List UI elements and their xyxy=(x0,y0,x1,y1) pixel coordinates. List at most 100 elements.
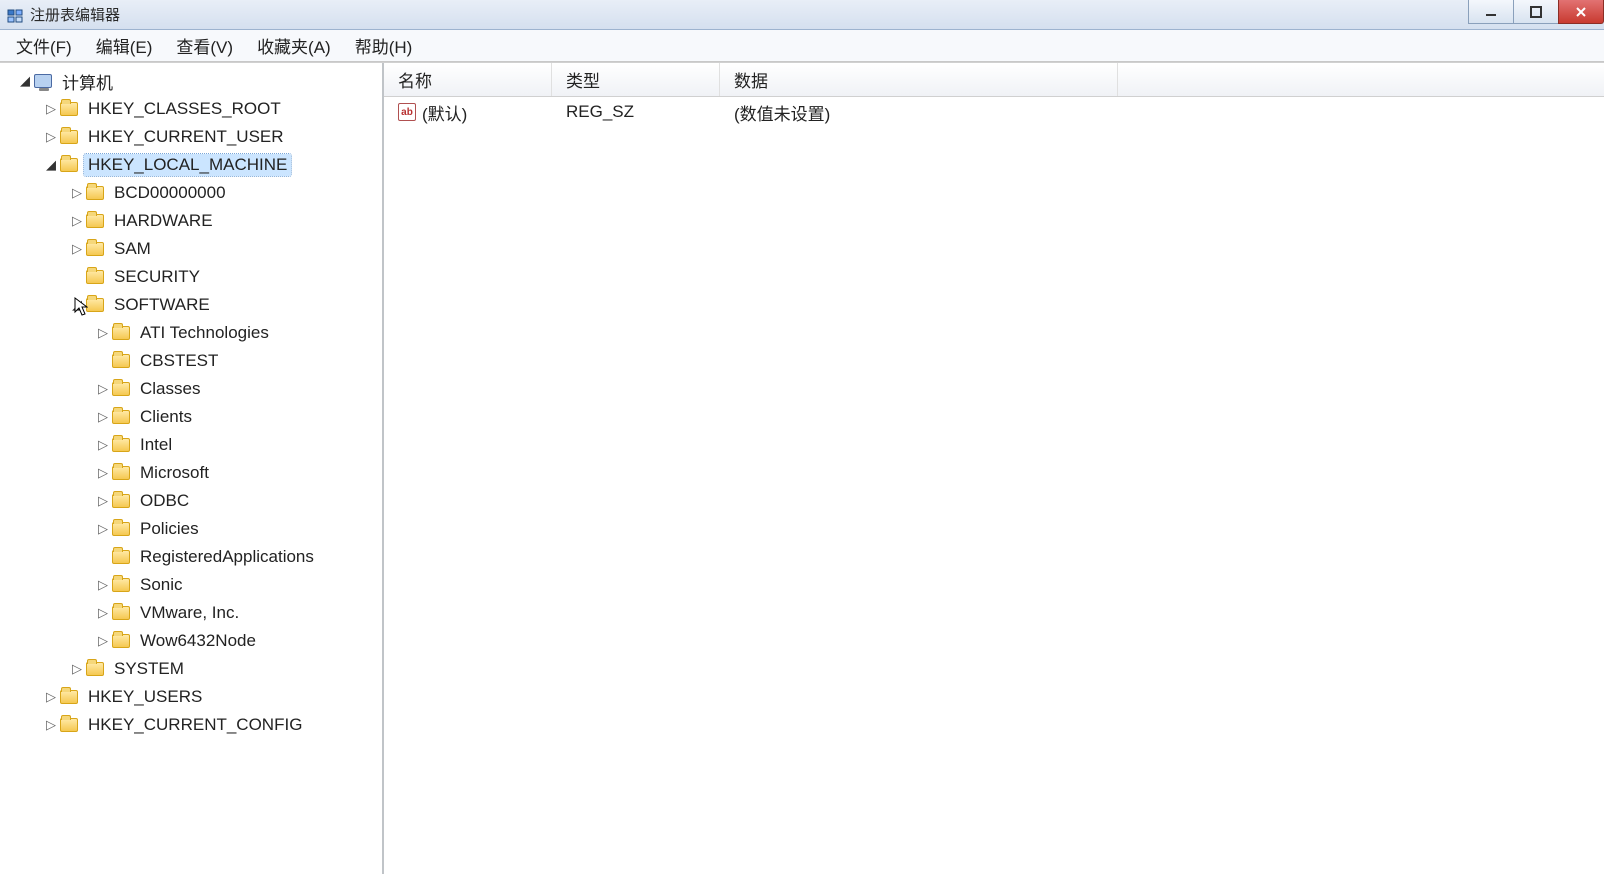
tree-node[interactable]: ▷ HKEY_CURRENT_USER xyxy=(0,123,382,151)
folder-icon xyxy=(86,242,104,256)
tree-node[interactable]: ◢ HKEY_LOCAL_MACHINE xyxy=(0,151,382,179)
string-value-icon: ab xyxy=(398,103,416,121)
value-row[interactable]: ab(默认)REG_SZ(数值未设置) xyxy=(384,97,1604,127)
expand-icon[interactable]: ▷ xyxy=(96,437,110,453)
tree-node[interactable]: ▷RegisteredApplications xyxy=(0,543,382,571)
folder-icon xyxy=(112,606,130,620)
menu-file[interactable]: 文件(F) xyxy=(4,29,84,62)
tree-node[interactable]: ▷ ODBC xyxy=(0,487,382,515)
window-controls xyxy=(1469,0,1604,26)
folder-icon xyxy=(86,186,104,200)
expand-icon[interactable]: ▷ xyxy=(44,101,58,117)
tree-node[interactable]: ▷ SYSTEM xyxy=(0,655,382,683)
titlebar[interactable]: 注册表编辑器 xyxy=(0,0,1604,30)
tree-node[interactable]: ▷ HKEY_USERS xyxy=(0,683,382,711)
tree-node[interactable]: ▷ HARDWARE xyxy=(0,207,382,235)
expand-icon[interactable]: ▷ xyxy=(70,213,84,229)
expand-icon[interactable]: ▷ xyxy=(70,661,84,677)
tree-node-label: HKEY_CURRENT_CONFIG xyxy=(84,714,306,736)
tree-node-label: RegisteredApplications xyxy=(136,546,318,568)
folder-icon xyxy=(112,522,130,536)
minimize-button[interactable] xyxy=(1468,0,1514,24)
tree-node-label: SOFTWARE xyxy=(110,294,214,316)
tree-node-label: HKEY_CLASSES_ROOT xyxy=(84,98,285,120)
tree-node[interactable]: ▷ HKEY_CURRENT_CONFIG xyxy=(0,711,382,739)
folder-icon xyxy=(86,214,104,228)
expand-icon[interactable]: ▷ xyxy=(44,717,58,733)
maximize-button[interactable] xyxy=(1513,0,1559,24)
menu-view[interactable]: 查看(V) xyxy=(164,29,245,62)
expand-icon[interactable]: ▷ xyxy=(96,465,110,481)
expand-icon[interactable]: ▷ xyxy=(96,633,110,649)
column-header-data[interactable]: 数据 xyxy=(720,63,1118,96)
main-area: ◢计算机 ▷ HKEY_CLASSES_ROOT ▷ HKEY_CURRENT_USER… xyxy=(0,62,1604,874)
tree-node-label: SECURITY xyxy=(110,266,204,288)
tree-node[interactable]: ▷ Classes xyxy=(0,375,382,403)
expand-icon[interactable]: ▷ xyxy=(96,521,110,537)
tree-node-label: Wow6432Node xyxy=(136,630,260,652)
value-name-cell: ab(默认) xyxy=(384,100,552,125)
column-header-type[interactable]: 类型 xyxy=(552,63,720,96)
tree-node[interactable]: ▷ SAM xyxy=(0,235,382,263)
expand-icon[interactable]: ▷ xyxy=(44,129,58,145)
values-list[interactable]: ab(默认)REG_SZ(数值未设置) xyxy=(384,97,1604,874)
tree-node[interactable]: ▷ Wow6432Node xyxy=(0,627,382,655)
tree-node[interactable]: ▷BCD00000000 xyxy=(0,179,382,207)
expand-icon[interactable]: ▷ xyxy=(70,185,84,201)
menu-edit[interactable]: 编辑(E) xyxy=(84,29,165,62)
tree-node[interactable]: ▷SECURITY xyxy=(0,263,382,291)
folder-icon xyxy=(86,662,104,676)
tree-node-label: HARDWARE xyxy=(110,210,217,232)
expand-icon[interactable]: ▷ xyxy=(44,689,58,705)
tree-node[interactable]: ▷ Microsoft xyxy=(0,459,382,487)
app-icon xyxy=(6,6,24,24)
expand-icon[interactable]: ▷ xyxy=(96,325,110,341)
folder-icon xyxy=(112,466,130,480)
tree-node[interactable]: ▷ Clients xyxy=(0,403,382,431)
tree-node[interactable]: ▷ VMware, Inc. xyxy=(0,599,382,627)
menu-help[interactable]: 帮助(H) xyxy=(343,29,425,62)
tree-node[interactable]: ▷ Policies xyxy=(0,515,382,543)
tree-node[interactable]: ◢ SOFTWARE xyxy=(0,291,382,319)
expand-icon[interactable]: ▷ xyxy=(96,493,110,509)
tree-node-label: ODBC xyxy=(136,490,193,512)
collapse-icon[interactable]: ◢ xyxy=(70,297,84,313)
folder-icon xyxy=(60,158,78,172)
tree-node[interactable]: ▷ HKEY_CLASSES_ROOT xyxy=(0,95,382,123)
folder-icon xyxy=(86,270,104,284)
folder-icon xyxy=(112,578,130,592)
folder-icon xyxy=(112,550,130,564)
column-header-filler[interactable] xyxy=(1118,63,1604,96)
tree-node[interactable]: ▷CBSTEST xyxy=(0,347,382,375)
close-button[interactable] xyxy=(1558,0,1604,24)
menubar: 文件(F) 编辑(E) 查看(V) 收藏夹(A) 帮助(H) xyxy=(0,30,1604,62)
column-headers: 名称 类型 数据 xyxy=(384,63,1604,97)
tree-node-label: VMware, Inc. xyxy=(136,602,243,624)
tree-node-label: Policies xyxy=(136,518,203,540)
tree-node-label: Microsoft xyxy=(136,462,213,484)
collapse-icon[interactable]: ◢ xyxy=(44,157,58,173)
tree-root[interactable]: ◢计算机 xyxy=(0,67,382,95)
expand-icon[interactable]: ▷ xyxy=(96,381,110,397)
tree-node-label: HKEY_USERS xyxy=(84,686,206,708)
expand-icon[interactable]: ▷ xyxy=(96,577,110,593)
folder-icon xyxy=(112,438,130,452)
menu-favorites[interactable]: 收藏夹(A) xyxy=(245,29,343,62)
folder-icon xyxy=(60,718,78,732)
tree-node-label: HKEY_CURRENT_USER xyxy=(84,126,288,148)
tree-node-label: Classes xyxy=(136,378,204,400)
column-header-name[interactable]: 名称 xyxy=(384,63,552,96)
tree-node[interactable]: ▷Sonic xyxy=(0,571,382,599)
collapse-icon[interactable]: ◢ xyxy=(18,73,32,89)
tree-node[interactable]: ▷ATI Technologies xyxy=(0,319,382,347)
expand-icon[interactable]: ▷ xyxy=(70,241,84,257)
tree-node-label: Clients xyxy=(136,406,196,428)
expand-icon[interactable]: ▷ xyxy=(96,605,110,621)
tree-node[interactable]: ▷Intel xyxy=(0,431,382,459)
tree-node-label: SYSTEM xyxy=(110,658,188,680)
folder-icon xyxy=(60,690,78,704)
expand-icon[interactable]: ▷ xyxy=(96,409,110,425)
tree-node-label: HKEY_LOCAL_MACHINE xyxy=(84,154,291,176)
tree-node-label: SAM xyxy=(110,238,155,260)
tree-panel[interactable]: ◢计算机 ▷ HKEY_CLASSES_ROOT ▷ HKEY_CURRENT_USER… xyxy=(0,63,384,874)
